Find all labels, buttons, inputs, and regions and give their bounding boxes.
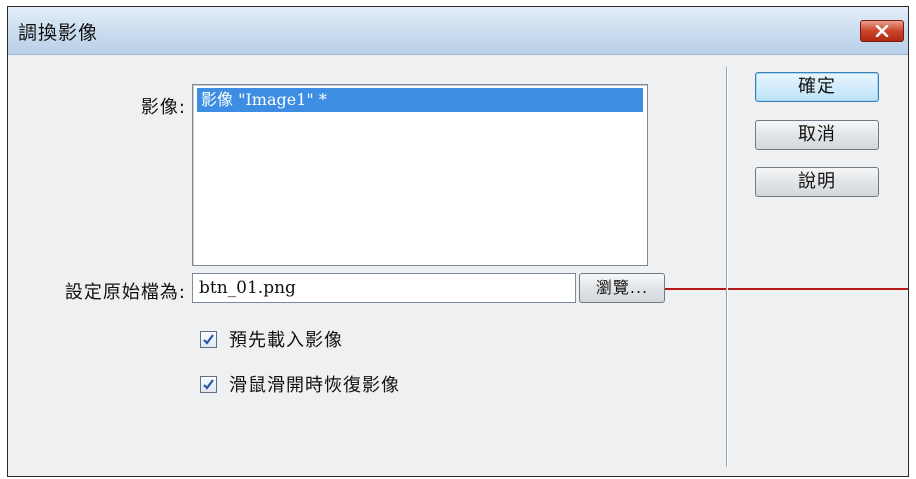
help-button[interactable]: 說明 (755, 167, 879, 197)
checkmark-icon (203, 378, 214, 390)
close-button[interactable] (860, 20, 904, 42)
cancel-button[interactable]: 取消 (755, 120, 879, 150)
vertical-divider (726, 67, 727, 467)
title-bar: 調換影像 (8, 7, 908, 55)
preload-images-option[interactable]: 預先載入影像 (200, 327, 343, 351)
image-listbox[interactable]: 影像 "Image1" * (192, 84, 648, 266)
source-file-label: 設定原始檔為: (64, 282, 186, 303)
restore-on-mouseout-option[interactable]: 滑鼠滑開時恢復影像 (200, 372, 400, 396)
checkmark-icon (203, 333, 214, 345)
preload-images-checkbox[interactable] (200, 330, 217, 348)
swap-image-dialog: 調換影像 影像: 影像 "Image1" * 設定原始檔為: btn_01.pn… (7, 6, 909, 477)
preload-images-label: 預先載入影像 (229, 330, 343, 351)
annotation-pointer-line (665, 288, 908, 290)
list-item-image1[interactable]: 影像 "Image1" * (197, 88, 643, 112)
restore-on-mouseout-label: 滑鼠滑開時恢復影像 (229, 375, 400, 396)
source-file-input[interactable]: btn_01.png (192, 273, 576, 303)
image-label: 影像: (140, 97, 186, 118)
browse-button[interactable]: 瀏覽... (579, 273, 665, 303)
dialog-title: 調換影像 (18, 22, 99, 44)
restore-on-mouseout-checkbox[interactable] (200, 375, 217, 393)
close-x-icon (875, 25, 889, 37)
ok-button[interactable]: 確定 (755, 72, 879, 102)
